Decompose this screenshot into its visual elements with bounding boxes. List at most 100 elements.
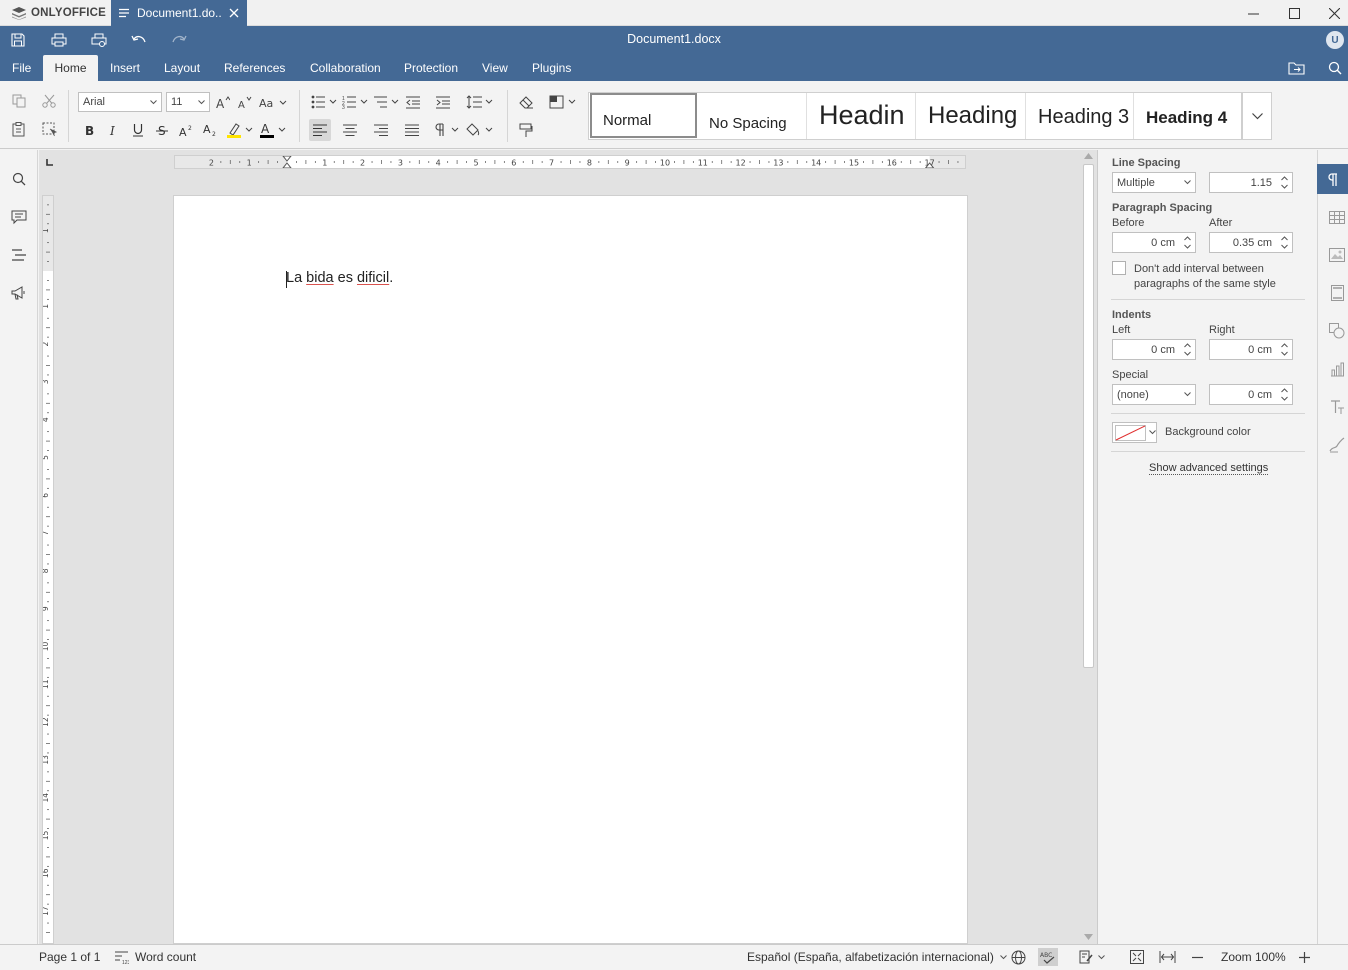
style-heading-4[interactable]: Heading 4: [1135, 93, 1242, 139]
menu-file[interactable]: File: [2, 55, 41, 81]
subscript-button[interactable]: A2: [199, 119, 221, 141]
track-changes-button[interactable]: [1079, 950, 1105, 964]
spinner-icon[interactable]: [1281, 235, 1288, 250]
cut-button[interactable]: [38, 90, 60, 112]
bullets-button[interactable]: [311, 91, 339, 113]
highlight-button[interactable]: [226, 119, 254, 141]
zoom-in-button[interactable]: [1299, 950, 1310, 964]
special-indent-select[interactable]: (none): [1112, 384, 1196, 405]
style-no-spacing[interactable]: No Spacing: [698, 93, 807, 139]
signature-settings-tab[interactable]: [1326, 434, 1348, 456]
superscript-button[interactable]: A2: [175, 119, 197, 141]
language-selector[interactable]: Español (España, alfabetización internac…: [747, 950, 1007, 964]
spinner-icon[interactable]: [1184, 235, 1191, 250]
spacing-before-input[interactable]: 0 cm: [1112, 232, 1196, 253]
style-heading-2[interactable]: Heading: [917, 93, 1026, 139]
line-spacing-button[interactable]: [466, 91, 494, 113]
style-heading-1[interactable]: Headin: [808, 93, 916, 139]
copy-style-button[interactable]: [515, 119, 537, 141]
sidebar-comments-button[interactable]: [8, 206, 30, 228]
table-settings-tab[interactable]: [1326, 206, 1348, 228]
word-count-button[interactable]: 123 Word count: [115, 950, 196, 964]
menu-references[interactable]: References: [214, 55, 295, 81]
select-all-button[interactable]: [38, 118, 60, 140]
dont-add-interval-checkbox[interactable]: [1112, 261, 1126, 275]
style-heading-3[interactable]: Heading 3: [1027, 93, 1134, 139]
nonprinting-characters-button[interactable]: [434, 119, 462, 141]
align-left-button[interactable]: [309, 119, 331, 141]
strikethrough-button[interactable]: S: [151, 119, 173, 141]
scroll-up-arrow[interactable]: [1084, 153, 1093, 159]
change-case-button[interactable]: Aa: [258, 91, 288, 113]
tab-stop-selector[interactable]: [44, 156, 56, 168]
decrease-indent-button[interactable]: [402, 91, 424, 113]
sidebar-feedback-button[interactable]: [8, 282, 30, 304]
paste-button[interactable]: [8, 118, 30, 140]
close-tab-icon[interactable]: [229, 8, 239, 18]
horizontal-ruler[interactable]: 211234567891011121314151617: [174, 155, 966, 169]
font-size-combo[interactable]: 11: [166, 92, 210, 112]
document-tab[interactable]: Document1.do...: [111, 0, 247, 26]
document-page[interactable]: [173, 195, 968, 944]
header-footer-settings-tab[interactable]: [1326, 282, 1348, 304]
minimize-window-button[interactable]: [1233, 0, 1273, 26]
fit-width-button[interactable]: [1159, 950, 1176, 964]
menu-layout[interactable]: Layout: [154, 55, 210, 81]
style-normal[interactable]: Normal: [590, 93, 697, 138]
doc-language-button[interactable]: [1011, 950, 1026, 964]
menu-view[interactable]: View: [472, 55, 518, 81]
shape-settings-tab[interactable]: [1326, 320, 1348, 342]
spinner-icon[interactable]: [1281, 175, 1288, 190]
menu-plugins[interactable]: Plugins: [522, 55, 581, 81]
decrease-font-button[interactable]: A: [234, 91, 256, 113]
special-indent-input[interactable]: 0 cm: [1209, 384, 1293, 405]
increase-font-button[interactable]: A: [212, 91, 234, 113]
vertical-ruler[interactable]: 11234567891011121314151617: [42, 195, 54, 944]
bold-button[interactable]: B: [79, 119, 101, 141]
document-paragraph[interactable]: La bida es dificil.: [286, 270, 393, 286]
user-avatar[interactable]: U: [1326, 31, 1344, 49]
numbering-button[interactable]: 123: [342, 91, 370, 113]
scroll-down-arrow[interactable]: [1084, 934, 1093, 940]
font-color-button[interactable]: A: [258, 119, 288, 141]
maximize-window-button[interactable]: [1274, 0, 1314, 26]
fit-page-button[interactable]: [1130, 950, 1144, 964]
spinner-icon[interactable]: [1281, 342, 1288, 357]
underline-button[interactable]: [127, 119, 149, 141]
menu-protection[interactable]: Protection: [394, 55, 468, 81]
spellcheck-toggle[interactable]: ABC: [1038, 948, 1058, 966]
scrollbar-thumb[interactable]: [1083, 164, 1094, 668]
spinner-icon[interactable]: [1281, 387, 1288, 402]
close-window-button[interactable]: [1314, 0, 1348, 26]
clear-style-button[interactable]: [515, 91, 537, 113]
menu-collaboration[interactable]: Collaboration: [300, 55, 391, 81]
sidebar-navigation-button[interactable]: [8, 244, 30, 266]
spinner-icon[interactable]: [1184, 342, 1191, 357]
line-spacing-value-input[interactable]: 1.15: [1209, 172, 1293, 193]
line-spacing-type-select[interactable]: Multiple: [1112, 172, 1196, 193]
sidebar-search-button[interactable]: [8, 168, 30, 190]
image-settings-tab[interactable]: [1326, 244, 1348, 266]
italic-button[interactable]: I: [102, 119, 124, 141]
text-art-settings-tab[interactable]: [1326, 396, 1348, 418]
color-scheme-button[interactable]: [548, 91, 578, 113]
font-name-combo[interactable]: Arial: [78, 92, 162, 112]
background-color-picker[interactable]: [1112, 422, 1157, 443]
multilevel-list-button[interactable]: [373, 91, 401, 113]
copy-button[interactable]: [8, 90, 30, 112]
justify-button[interactable]: [401, 119, 423, 141]
chart-settings-tab[interactable]: [1326, 358, 1348, 380]
shading-button[interactable]: [466, 119, 494, 141]
menu-home[interactable]: Home: [43, 55, 98, 81]
open-location-button[interactable]: [1284, 56, 1308, 80]
zoom-out-button[interactable]: [1192, 950, 1203, 964]
zoom-level[interactable]: Zoom 100%: [1221, 950, 1286, 964]
indent-right-input[interactable]: 0 cm: [1209, 339, 1293, 360]
paragraph-settings-tab[interactable]: [1317, 164, 1348, 194]
indent-left-input[interactable]: 0 cm: [1112, 339, 1196, 360]
align-right-button[interactable]: [370, 119, 392, 141]
align-center-button[interactable]: [339, 119, 361, 141]
spacing-after-input[interactable]: 0.35 cm: [1209, 232, 1293, 253]
style-gallery-expand-button[interactable]: [1243, 92, 1272, 140]
menu-insert[interactable]: Insert: [100, 55, 150, 81]
